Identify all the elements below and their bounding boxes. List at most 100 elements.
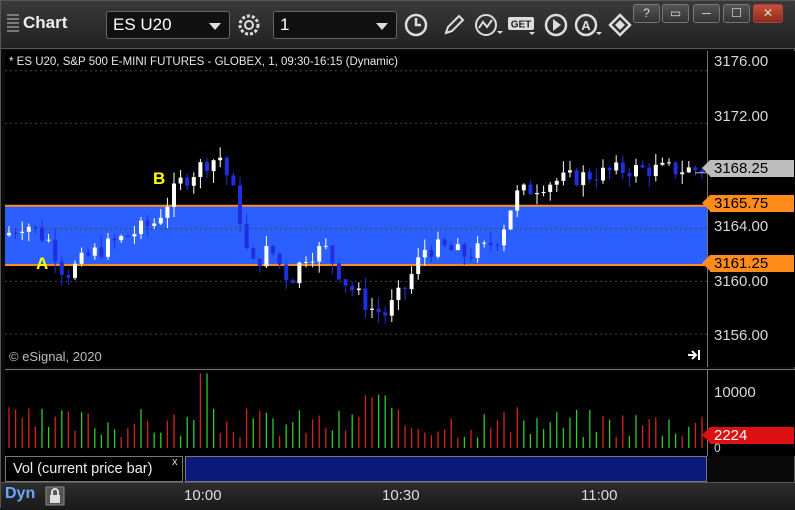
label-b: B: [153, 169, 166, 188]
candle-down: [607, 167, 612, 171]
svg-text:A: A: [581, 18, 591, 33]
candle-up: [568, 170, 572, 173]
candle-down: [145, 220, 150, 226]
candle-down: [244, 223, 249, 249]
scroll-to-end-icon[interactable]: [687, 348, 703, 362]
symbol-combo[interactable]: ES U20: [106, 11, 230, 39]
label-a: A: [36, 254, 49, 273]
candle-up: [264, 245, 269, 267]
gear-icon: [238, 14, 260, 36]
alert-button[interactable]: A: [573, 10, 603, 40]
maximize-button[interactable]: ☐: [723, 4, 750, 23]
interval-value: 1: [280, 15, 290, 34]
volume-axis[interactable]: 10000 2224 0: [702, 369, 795, 456]
candle-down: [290, 280, 295, 284]
candle-up: [370, 308, 374, 310]
candle-up: [26, 226, 31, 232]
minimize-label: ─: [702, 6, 711, 20]
candle-up: [502, 229, 506, 246]
candle-up: [482, 242, 487, 244]
price-tick: 3160.00: [714, 273, 769, 290]
candle-up: [634, 165, 638, 177]
candle-down: [33, 226, 38, 228]
candle-up: [475, 243, 480, 259]
candle-down: [442, 239, 447, 246]
window-title[interactable]: Chart: [7, 13, 67, 34]
study-button[interactable]: [473, 10, 503, 40]
lock-icon: [45, 486, 65, 506]
candle-up: [455, 244, 460, 251]
study-scroll-strip[interactable]: [185, 456, 707, 482]
candle-up: [535, 193, 539, 195]
study-close-icon[interactable]: x: [172, 456, 178, 468]
candle-down: [13, 232, 18, 234]
candle-down: [185, 177, 190, 186]
candle-down: [673, 162, 678, 175]
dynamic-mode-toggle[interactable]: Dyn: [5, 485, 67, 506]
minimize-button[interactable]: ─: [693, 4, 720, 23]
price-axis[interactable]: 3176.00 3172.00 3164.00 3160.00 3156.00 …: [702, 51, 795, 367]
upper-line-tag: 3165.75: [702, 195, 794, 212]
pencil-icon: [444, 14, 465, 35]
candle-down: [469, 256, 473, 259]
get-icon: GET: [508, 17, 535, 35]
candle-up: [165, 206, 170, 218]
close-button[interactable]: ✕: [753, 4, 783, 23]
candle-up: [356, 288, 361, 291]
play-icon: [544, 13, 568, 37]
restore-layout-button[interactable]: ▭: [662, 4, 689, 23]
time-tick: 10:00: [184, 487, 222, 504]
lower-line-tag: 3161.25: [702, 255, 794, 272]
candle-up: [7, 232, 11, 236]
candle-up: [20, 231, 25, 234]
price-tick: 3172.00: [714, 108, 769, 125]
settings-button[interactable]: [234, 10, 264, 40]
link-button[interactable]: [605, 10, 635, 40]
study-chart-icon: [475, 14, 503, 36]
play-button[interactable]: [541, 10, 571, 40]
drag-grip-icon[interactable]: [7, 13, 19, 34]
volume-zero-tick: 0: [714, 441, 721, 455]
candle-up: [323, 245, 328, 247]
candle-down: [224, 157, 229, 176]
candle-down: [330, 245, 335, 264]
candle-up: [389, 300, 394, 316]
candle-down: [343, 279, 348, 286]
price-chart[interactable]: * ES U20, S&P 500 E-MINI FUTURES - GLOBE…: [5, 51, 707, 367]
draw-button[interactable]: [439, 10, 469, 40]
help-button[interactable]: ?: [633, 4, 660, 23]
candle-up: [304, 261, 308, 263]
study-label-box[interactable]: Vol (current price bar) x: [5, 456, 183, 482]
candle-down: [99, 247, 104, 257]
candle-down: [403, 287, 407, 290]
candle-down: [86, 252, 91, 256]
candle-up: [686, 167, 691, 173]
copyright-text: © eSignal, 2020: [9, 349, 102, 364]
candle-down: [40, 227, 44, 241]
candle-down: [231, 175, 236, 186]
candle-up: [508, 210, 513, 230]
candle-up: [211, 160, 216, 172]
candle-up: [172, 183, 176, 207]
candle-down: [257, 258, 262, 267]
candle-up: [436, 239, 440, 257]
candle-up: [191, 177, 196, 186]
candle-up: [416, 257, 421, 274]
candle-up: [614, 162, 619, 171]
candle-up: [660, 162, 665, 165]
candle-down: [66, 274, 71, 278]
candle-up: [73, 263, 77, 278]
candle-down: [640, 165, 645, 168]
candle-down: [429, 249, 434, 257]
window-title-text: Chart: [23, 13, 68, 32]
toolbar: Chart ES U20 1 GET A ? ▭ ─ ☐ ✕: [1, 1, 795, 49]
time-button[interactable]: [401, 10, 431, 40]
get-data-button[interactable]: GET: [507, 10, 539, 40]
interval-combo[interactable]: 1: [273, 11, 397, 39]
chevron-down-icon: [376, 23, 388, 30]
candle-down: [350, 285, 355, 291]
last-price-tag: 3168.25: [702, 160, 794, 177]
candle-up: [422, 249, 427, 258]
candle-down: [594, 179, 599, 181]
volume-panel[interactable]: [5, 369, 707, 456]
